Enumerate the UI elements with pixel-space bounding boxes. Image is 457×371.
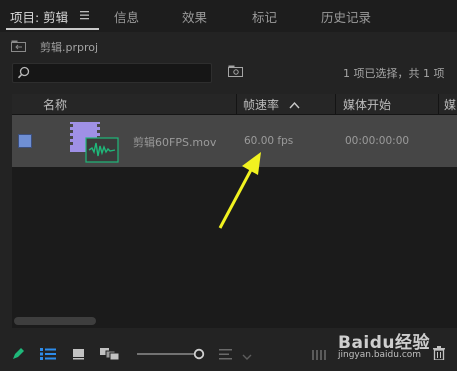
column-header-name[interactable]: 名称 [43,96,67,113]
list-header: 名称 帧速率 媒体开始 媒 [12,94,457,115]
panel-menu-icon[interactable] [80,9,90,21]
clip-media-start: 00:00:00:00 [345,135,410,147]
freeform-view-icon[interactable] [100,348,120,363]
selection-status: 1 项已选择，共 1 项 [343,67,445,80]
tab-markers[interactable]: 标记 [252,7,277,26]
annotation-arrow [218,152,261,229]
icon-view-icon[interactable] [73,348,85,363]
label-color-swatch[interactable] [18,134,32,148]
clip-name[interactable]: 剪辑60FPS.mov [133,134,216,150]
column-header-media-start[interactable]: 媒体开始 [343,96,391,113]
video-audio-clip-icon [70,122,119,163]
column-header-media-end[interactable]: 媒 [444,96,456,113]
tab-history[interactable]: 历史记录 [321,7,371,26]
search-icon [17,66,30,82]
watermark-subtext: jingyan.baidu.com [338,350,422,360]
tab-info[interactable]: 信息 [114,7,139,26]
column-header-frame-rate[interactable]: 帧速率 [243,96,279,113]
watermark: Baidu经验 jingyan.baidu.com [338,328,457,371]
tab-project[interactable]: 项目: 剪辑 [10,7,68,26]
new-bin-icon[interactable] [228,65,244,81]
folder-icon [11,40,27,56]
panel-tab-bar: 项目: 剪辑 信息 效果 标记 历史记录 [0,0,457,32]
clip-frame-rate: 60.00 fps [244,135,294,147]
sort-ascending-icon [289,98,300,112]
pencil-icon[interactable] [12,347,25,363]
project-file-name: 剪辑.prproj [40,41,99,54]
sort-icons-icon[interactable] [219,349,233,363]
chevron-down-icon[interactable] [242,350,252,364]
horizontal-scrollbar[interactable] [14,317,96,325]
active-tab-indicator [6,28,99,30]
clip-thumbnail [70,122,120,167]
list-view-icon[interactable] [40,348,57,363]
tab-effects[interactable]: 效果 [182,7,207,26]
project-path-row: 剪辑.prproj [0,32,457,60]
search-input[interactable] [12,63,212,83]
zoom-slider[interactable] [137,347,207,364]
automate-to-sequence-icon[interactable] [312,349,326,363]
